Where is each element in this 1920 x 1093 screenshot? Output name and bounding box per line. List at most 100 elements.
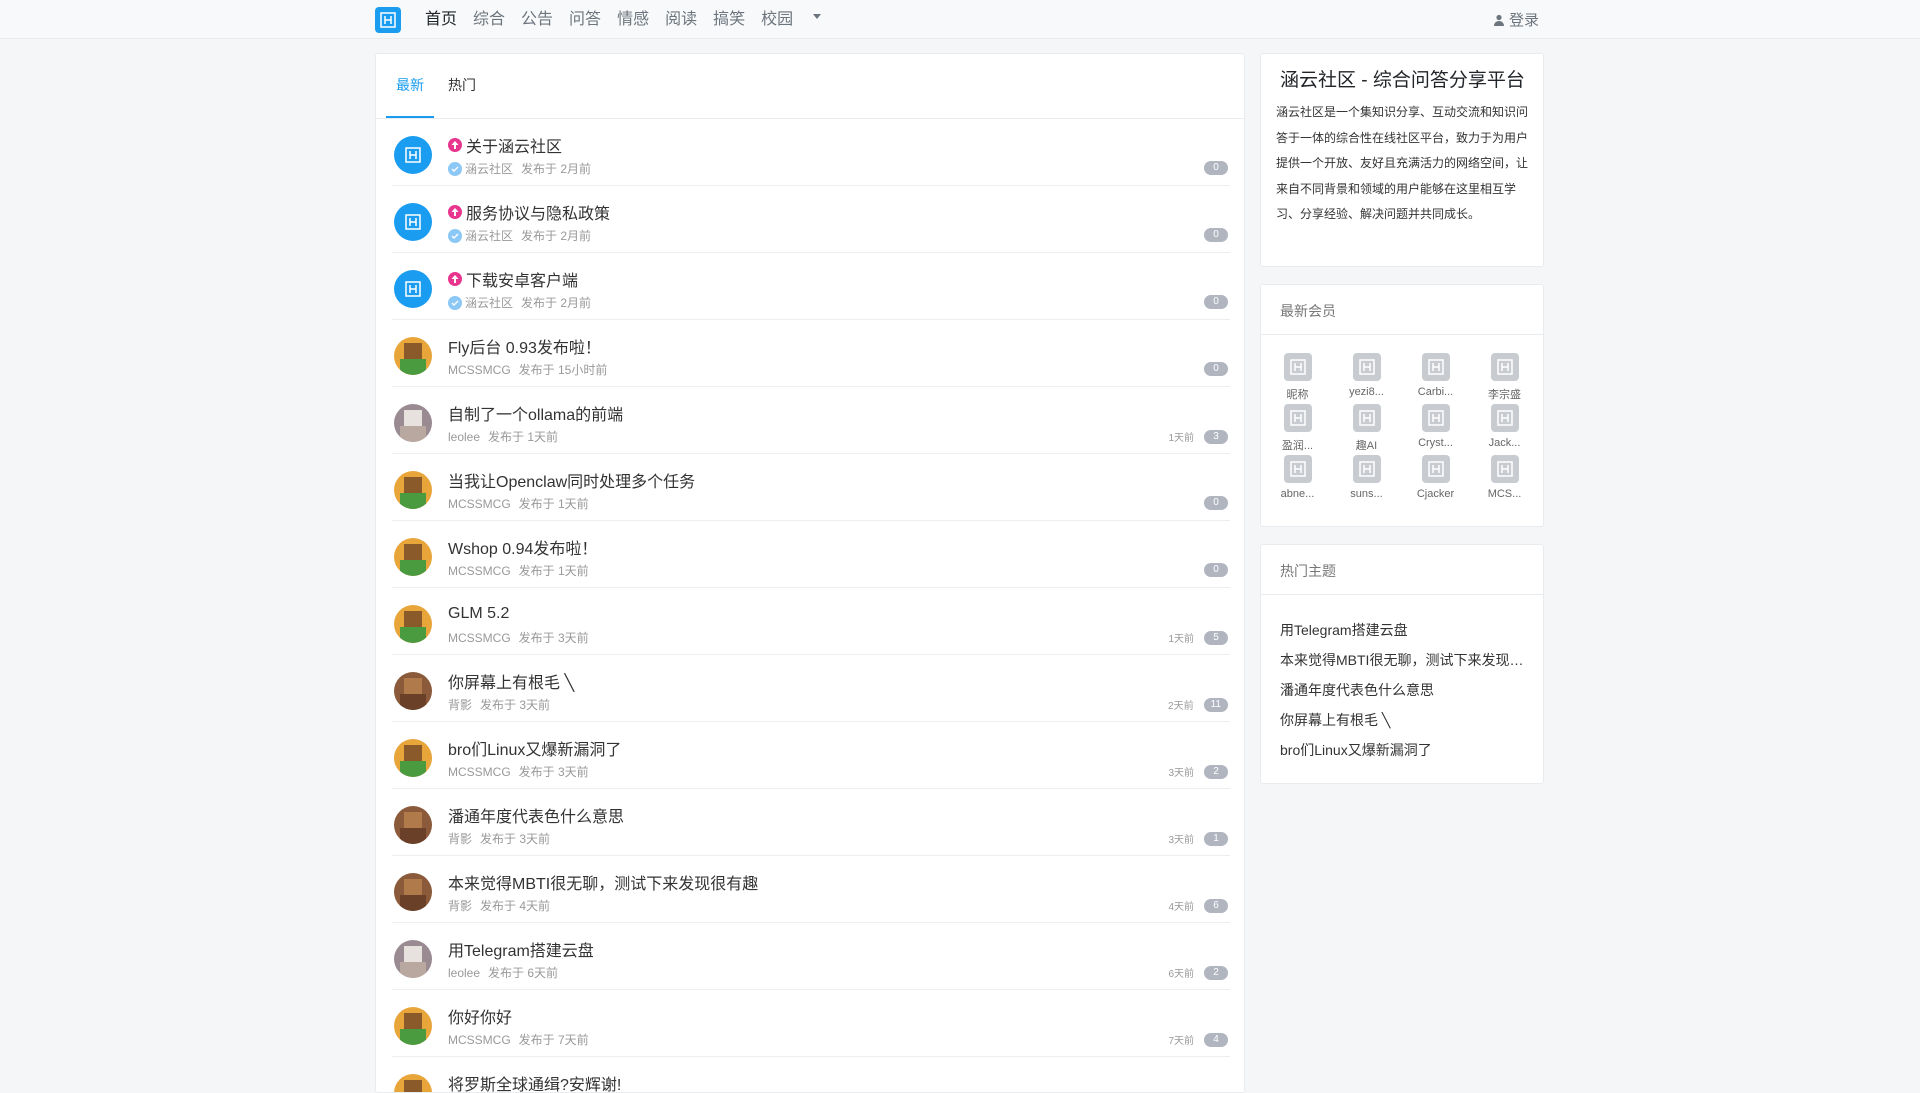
- member-item[interactable]: Cryst...: [1401, 404, 1470, 455]
- login-button[interactable]: 登录: [1493, 9, 1539, 30]
- member-item[interactable]: 李宗盛: [1470, 353, 1539, 404]
- member-name[interactable]: Carbi...: [1406, 386, 1466, 398]
- topic-title[interactable]: 本来觉得MBTI很无聊，测试下来发现很有趣: [448, 872, 1230, 893]
- table-row[interactable]: 服务协议与隐私政策 涵云社区 发布于 2月前 0: [392, 186, 1230, 253]
- table-row[interactable]: 用Telegram搭建云盘 leolee 发布于 6天前 6天前 2: [392, 923, 1230, 990]
- table-row[interactable]: bro们Linux又爆新漏洞了 MCSSMCG 发布于 3天前 3天前 2: [392, 722, 1230, 789]
- member-name[interactable]: 盈润...: [1268, 437, 1328, 453]
- table-row[interactable]: 当我让Openclaw同时处理多个任务 MCSSMCG 发布于 1天前 0: [392, 454, 1230, 521]
- topic-author[interactable]: leolee: [448, 966, 480, 980]
- member-item[interactable]: 趣AI: [1332, 404, 1401, 455]
- topic-title[interactable]: 潘通年度代表色什么意思: [448, 805, 1230, 826]
- member-item[interactable]: Cjacker: [1401, 455, 1470, 506]
- topic-author[interactable]: MCSSMCG: [448, 1033, 511, 1047]
- member-avatar[interactable]: [1490, 455, 1519, 483]
- topic-title[interactable]: 自制了一个ollama的前端: [448, 403, 1230, 424]
- nav-item-3[interactable]: 问答: [569, 0, 601, 39]
- avatar[interactable]: [394, 873, 432, 911]
- member-name[interactable]: abne...: [1268, 488, 1328, 500]
- topic-title[interactable]: 当我让Openclaw同时处理多个任务: [448, 470, 1230, 491]
- topic-author[interactable]: MCSSMCG: [448, 564, 511, 578]
- member-name[interactable]: MCS...: [1475, 488, 1535, 500]
- topic-title[interactable]: 你好你好: [448, 1006, 1230, 1027]
- avatar[interactable]: [394, 1007, 432, 1045]
- topic-author[interactable]: MCSSMCG: [448, 631, 511, 645]
- hot-topic-link[interactable]: 本来觉得MBTI很无聊，测试下来发现很有趣: [1280, 645, 1524, 675]
- table-row[interactable]: 关于涵云社区 涵云社区 发布于 2月前 0: [392, 119, 1230, 186]
- avatar[interactable]: [394, 739, 432, 777]
- member-item[interactable]: Jack...: [1470, 404, 1539, 455]
- avatar[interactable]: [394, 538, 432, 576]
- avatar[interactable]: [394, 1074, 432, 1092]
- member-item[interactable]: 盈润...: [1263, 404, 1332, 455]
- member-item[interactable]: abne...: [1263, 455, 1332, 506]
- topic-author[interactable]: MCSSMCG: [448, 497, 511, 511]
- avatar[interactable]: [394, 404, 432, 442]
- member-avatar[interactable]: [1352, 353, 1381, 381]
- member-avatar[interactable]: [1490, 404, 1519, 432]
- member-name[interactable]: 李宗盛: [1475, 386, 1535, 402]
- nav-item-1[interactable]: 综合: [473, 0, 505, 39]
- table-row[interactable]: 自制了一个ollama的前端 leolee 发布于 1天前 1天前 3: [392, 387, 1230, 454]
- hot-topic-link[interactable]: 用Telegram搭建云盘: [1280, 615, 1524, 645]
- avatar[interactable]: [394, 605, 432, 643]
- avatar[interactable]: [394, 940, 432, 978]
- avatar[interactable]: [394, 806, 432, 844]
- topic-title[interactable]: GLM 5.2: [448, 604, 1230, 624]
- member-avatar[interactable]: [1352, 404, 1381, 432]
- topic-author[interactable]: leolee: [448, 430, 480, 444]
- avatar[interactable]: [394, 337, 432, 375]
- member-name[interactable]: 趣AI: [1337, 437, 1397, 453]
- member-avatar[interactable]: [1421, 455, 1450, 483]
- topic-title[interactable]: 你屏幕上有根毛 ╲: [448, 671, 1230, 692]
- avatar[interactable]: [394, 672, 432, 710]
- topic-author[interactable]: 背影: [448, 696, 472, 713]
- member-item[interactable]: MCS...: [1470, 455, 1539, 506]
- member-name[interactable]: yezi8...: [1337, 386, 1397, 398]
- topic-author[interactable]: 背影: [448, 897, 472, 914]
- topic-author[interactable]: MCSSMCG: [448, 765, 511, 779]
- table-row[interactable]: 下载安卓客户端 涵云社区 发布于 2月前 0: [392, 253, 1230, 320]
- topic-title[interactable]: bro们Linux又爆新漏洞了: [448, 738, 1230, 759]
- member-name[interactable]: Cjacker: [1406, 488, 1466, 500]
- nav-item-5[interactable]: 阅读: [665, 0, 697, 39]
- topic-title[interactable]: Fly后台 0.93发布啦！: [448, 336, 1230, 357]
- topic-author[interactable]: 涵云社区: [465, 294, 513, 311]
- table-row[interactable]: 将罗斯全球通缉?安辉谢!: [392, 1057, 1230, 1092]
- member-item[interactable]: Carbi...: [1401, 353, 1470, 404]
- table-row[interactable]: 你好你好 MCSSMCG 发布于 7天前 7天前 4: [392, 990, 1230, 1057]
- member-name[interactable]: Jack...: [1475, 437, 1535, 449]
- table-row[interactable]: 你屏幕上有根毛 ╲ 背影 发布于 3天前 2天前 11: [392, 655, 1230, 722]
- member-item[interactable]: 昵称: [1263, 353, 1332, 404]
- member-name[interactable]: suns...: [1337, 488, 1397, 500]
- member-avatar[interactable]: [1490, 353, 1519, 381]
- avatar[interactable]: [394, 203, 432, 241]
- member-avatar[interactable]: [1283, 404, 1312, 432]
- hot-topic-link[interactable]: 你屏幕上有根毛 ╲: [1280, 705, 1524, 735]
- topic-author[interactable]: 背影: [448, 830, 472, 847]
- topic-author[interactable]: 涵云社区: [465, 160, 513, 177]
- member-item[interactable]: suns...: [1332, 455, 1401, 506]
- avatar[interactable]: [394, 136, 432, 174]
- table-row[interactable]: GLM 5.2 MCSSMCG 发布于 3天前 1天前 5: [392, 588, 1230, 655]
- avatar[interactable]: [394, 270, 432, 308]
- nav-item-0[interactable]: 首页: [425, 0, 457, 39]
- tab-1[interactable]: 热门: [438, 70, 486, 118]
- avatar[interactable]: [394, 471, 432, 509]
- member-avatar[interactable]: [1283, 455, 1312, 483]
- nav-item-6[interactable]: 搞笑: [713, 0, 745, 39]
- member-item[interactable]: yezi8...: [1332, 353, 1401, 404]
- member-avatar[interactable]: [1283, 353, 1312, 381]
- hot-topic-link[interactable]: bro们Linux又爆新漏洞了: [1280, 735, 1524, 765]
- member-avatar[interactable]: [1421, 353, 1450, 381]
- table-row[interactable]: 本来觉得MBTI很无聊，测试下来发现很有趣 背影 发布于 4天前 4天前 6: [392, 856, 1230, 923]
- topic-title[interactable]: 用Telegram搭建云盘: [448, 939, 1230, 960]
- hot-topic-link[interactable]: 潘通年度代表色什么意思: [1280, 675, 1524, 705]
- nav-item-2[interactable]: 公告: [521, 0, 553, 39]
- topic-title[interactable]: 服务协议与隐私政策: [448, 202, 1230, 223]
- topic-title[interactable]: 关于涵云社区: [448, 135, 1230, 156]
- topic-title[interactable]: 下载安卓客户端: [448, 269, 1230, 290]
- topic-author[interactable]: 涵云社区: [465, 227, 513, 244]
- topic-title[interactable]: Wshop 0.94发布啦！: [448, 537, 1230, 558]
- nav-item-4[interactable]: 情感: [617, 0, 649, 39]
